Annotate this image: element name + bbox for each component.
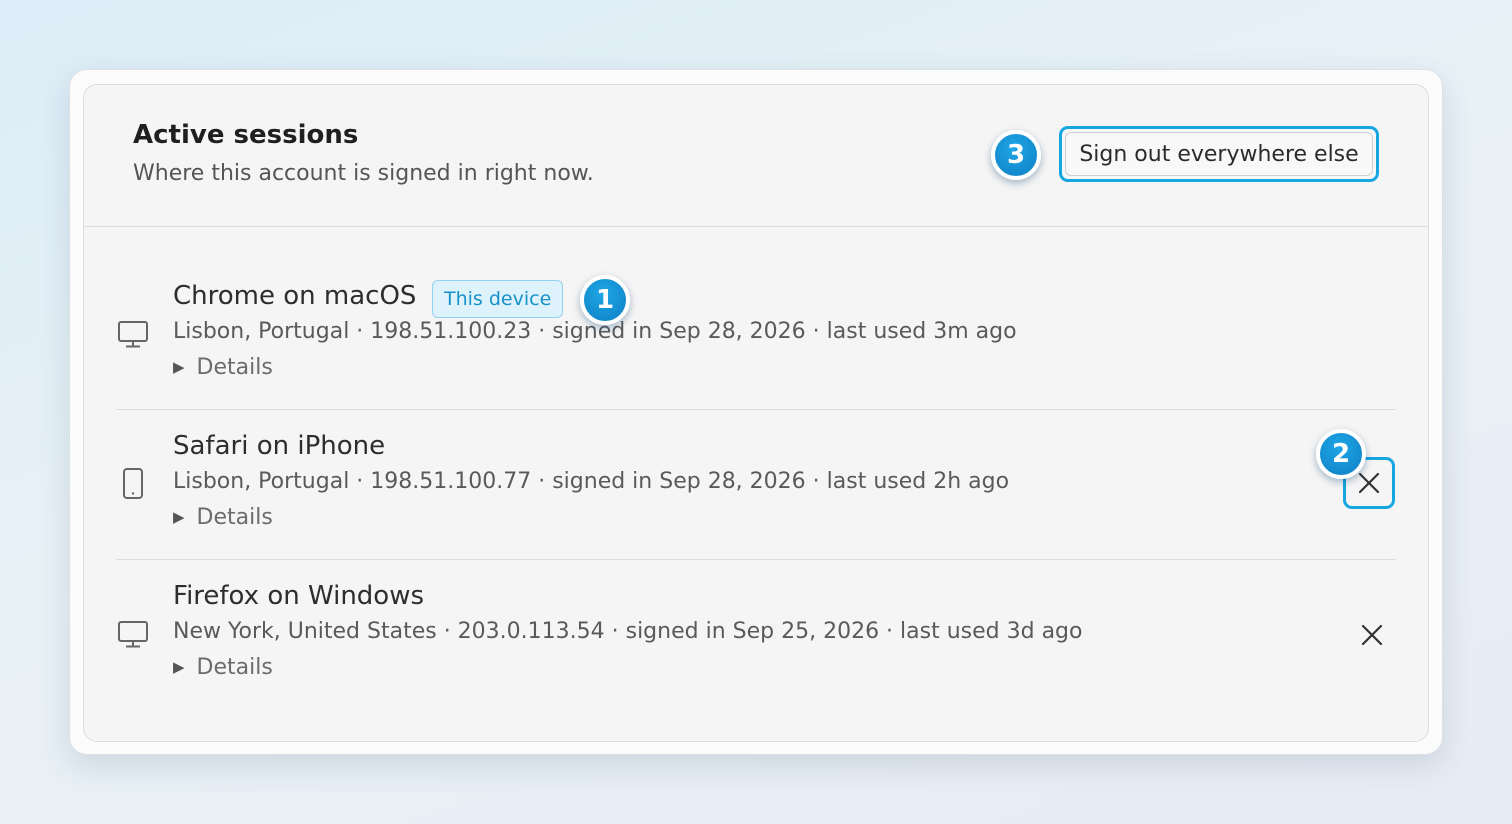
session-name: Safari on iPhone (173, 431, 386, 461)
annotation-marker-2: 2 (1316, 429, 1366, 479)
sign-out-everywhere-else-button[interactable]: Sign out everywhere else (1059, 126, 1379, 182)
caret-right-icon: ▶ (173, 508, 185, 526)
session-details-toggle[interactable]: ▶ Details (173, 655, 273, 680)
session-details-toggle[interactable]: ▶ Details (173, 355, 273, 380)
desktop-icon (116, 317, 150, 351)
annotation-marker-1: 1 (580, 275, 630, 325)
details-label: Details (196, 505, 273, 530)
phone-icon (116, 467, 150, 501)
annotation-marker-3: 3 (991, 130, 1041, 180)
panel-title: Active sessions (133, 120, 359, 150)
revoke-session-button[interactable] (1346, 609, 1398, 661)
close-icon (1361, 624, 1383, 646)
session-meta: New York, United States · 203.0.113.54 ·… (173, 619, 1083, 644)
session-name: Chrome on macOS (173, 281, 417, 311)
session-name: Firefox on Windows (173, 581, 425, 611)
session-divider (116, 559, 1396, 560)
this-device-badge: This device (432, 280, 564, 318)
sign-out-everywhere-else-label: Sign out everywhere else (1065, 132, 1373, 176)
close-icon (1358, 472, 1380, 494)
caret-right-icon: ▶ (173, 358, 185, 376)
desktop-icon (116, 617, 150, 651)
caret-right-icon: ▶ (173, 658, 185, 676)
session-meta: Lisbon, Portugal · 198.51.100.77 · signe… (173, 469, 1010, 494)
panel-subtitle: Where this account is signed in right no… (133, 161, 594, 186)
session-details-toggle[interactable]: ▶ Details (173, 505, 273, 530)
details-label: Details (196, 355, 273, 380)
active-sessions-panel: Active sessions Where this account is si… (83, 84, 1429, 742)
details-label: Details (196, 655, 273, 680)
panel-header: Active sessions Where this account is si… (84, 85, 1428, 227)
session-divider (116, 409, 1396, 410)
